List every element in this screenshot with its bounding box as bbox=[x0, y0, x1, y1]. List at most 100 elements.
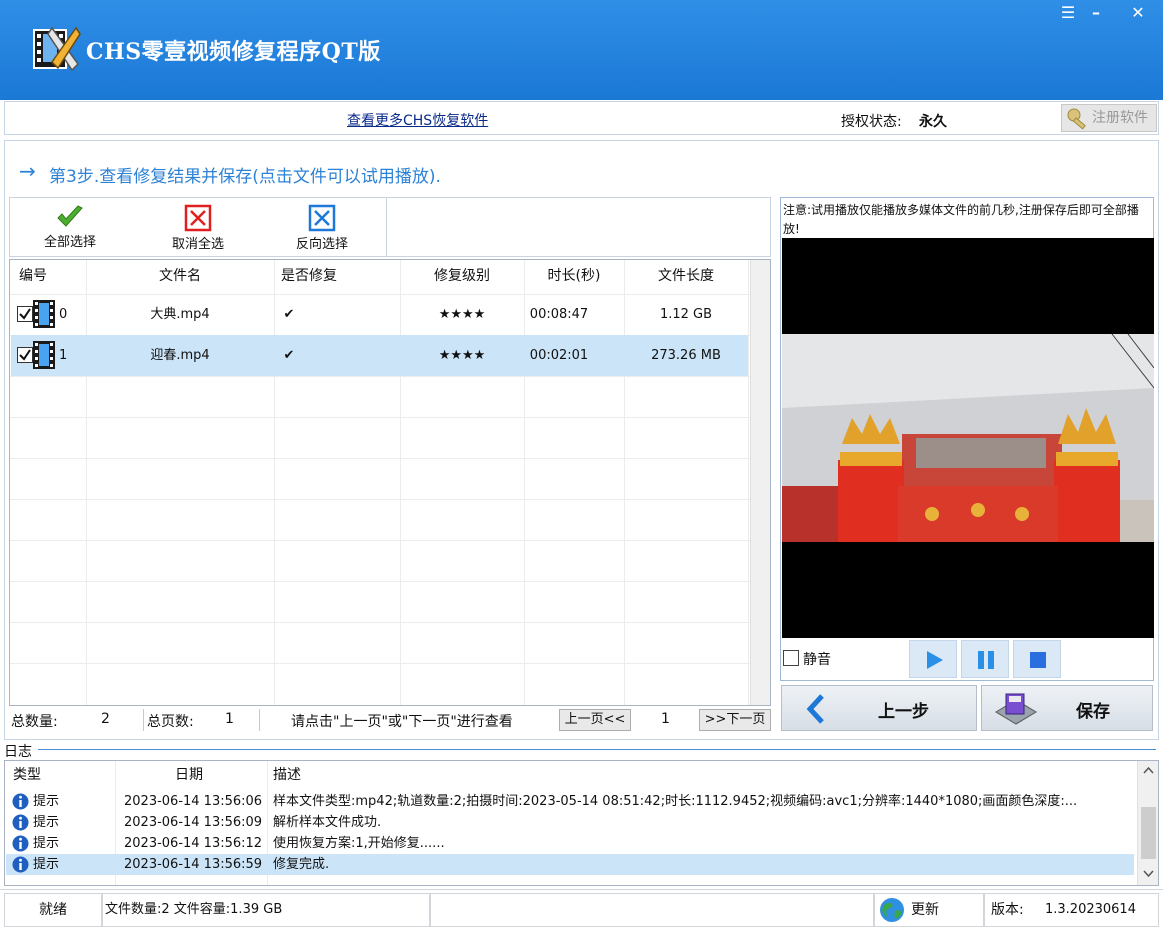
log-column-type[interactable]: 类型 bbox=[13, 761, 41, 789]
step-instruction: 第3步.查看修复结果并保存(点击文件可以试用播放). bbox=[49, 167, 441, 187]
auth-status-label: 授权状态: bbox=[841, 114, 902, 130]
status-bar: 就绪 文件数量:2 文件容量:1.39 GB 更新 版本: 1.3.202306… bbox=[0, 889, 1163, 929]
total-pages-label: 总页数: bbox=[147, 714, 194, 730]
select-all-label: 全部选择 bbox=[43, 235, 96, 250]
log-date: 2023-06-14 13:56:12 bbox=[124, 836, 263, 851]
log-column-desc[interactable]: 描述 bbox=[273, 761, 301, 789]
log-desc: 样本文件类型:mp42;轨道数量:2;拍摄时间:2023-05-14 08:51… bbox=[273, 794, 1078, 809]
row-checkbox[interactable] bbox=[17, 347, 33, 363]
grid-line bbox=[10, 663, 770, 664]
video-player[interactable] bbox=[782, 238, 1154, 638]
file-table: 编号 文件名 是否修复 修复级别 时长(秒) 文件长度 0 大典.mp4 ✔ ★… bbox=[9, 259, 771, 706]
row-size: 1.12 GB bbox=[659, 307, 713, 322]
checkmark-icon bbox=[19, 349, 31, 361]
total-count-value: 2 bbox=[101, 711, 110, 727]
log-header: 日志 bbox=[0, 741, 1163, 760]
preview-panel: 注意:试用播放仅能播放多媒体文件的前几秒,注册保存后即可全部播放! 静音 bbox=[780, 197, 1154, 681]
row-checkbox[interactable] bbox=[17, 306, 33, 322]
menu-icon[interactable]: ☰ bbox=[1056, 2, 1080, 24]
app-title: CHS零壹视频修复程序QT版 bbox=[86, 39, 381, 65]
deselect-all-button[interactable]: 取消全选 bbox=[138, 200, 258, 256]
log-divider bbox=[38, 749, 1156, 750]
log-row[interactable]: 提示 2023-06-14 13:56:06 样本文件类型:mp42;轨道数量:… bbox=[6, 791, 1134, 812]
column-header-level[interactable]: 修复级别 bbox=[400, 260, 524, 294]
grid-line bbox=[10, 376, 770, 377]
info-bar: 查看更多CHS恢复软件 授权状态: 永久 注册软件 bbox=[4, 101, 1159, 135]
trial-notice: 注意:试用播放仅能播放多媒体文件的前几秒,注册保存后即可全部播放! bbox=[783, 203, 1139, 236]
mute-checkbox[interactable] bbox=[783, 650, 799, 666]
row-repaired: ✔ bbox=[283, 348, 295, 363]
row-repaired: ✔ bbox=[283, 307, 295, 322]
column-header-filename[interactable]: 文件名 bbox=[86, 260, 274, 294]
version-value: 1.3.20230614 bbox=[1045, 902, 1136, 917]
video-repair-logo-icon bbox=[32, 24, 84, 74]
select-all-button[interactable]: 全部选择 bbox=[10, 200, 130, 256]
main-panel: → 第3步.查看修复结果并保存(点击文件可以试用播放). 全部选择 取消全选 反… bbox=[4, 140, 1159, 740]
info-icon bbox=[12, 856, 29, 873]
back-button[interactable]: 上一步 bbox=[781, 685, 977, 731]
info-icon bbox=[12, 835, 29, 852]
pager-divider bbox=[143, 709, 144, 731]
arrow-right-icon: → bbox=[19, 159, 36, 183]
table-row[interactable]: 1 迎春.mp4 ✔ ★★★★ 00:02:01 273.26 MB bbox=[11, 335, 748, 376]
close-button[interactable]: ✕ bbox=[1126, 2, 1150, 24]
pause-button[interactable] bbox=[961, 640, 1009, 678]
info-icon bbox=[12, 814, 29, 831]
green-check-icon bbox=[57, 205, 83, 227]
column-header-repaired[interactable]: 是否修复 bbox=[274, 260, 344, 294]
row-id: 0 bbox=[59, 307, 68, 322]
video-frame bbox=[782, 238, 1154, 638]
invert-select-button[interactable]: 反向选择 bbox=[262, 200, 382, 256]
table-row[interactable]: 0 大典.mp4 ✔ ★★★★ 00:08:47 1.12 GB bbox=[11, 294, 748, 335]
register-label: 注册软件 bbox=[1092, 110, 1148, 126]
back-label: 上一步 bbox=[878, 702, 929, 722]
save-label: 保存 bbox=[1076, 702, 1110, 722]
auth-status-value: 永久 bbox=[919, 114, 947, 130]
checkmark-icon bbox=[19, 308, 31, 320]
more-software-link[interactable]: 查看更多CHS恢复软件 bbox=[347, 110, 488, 130]
row-level: ★★★★ bbox=[438, 348, 486, 363]
save-button[interactable]: 保存 bbox=[981, 685, 1153, 731]
floppy-disk-icon bbox=[995, 693, 1037, 725]
row-duration: 00:02:01 bbox=[529, 348, 589, 363]
column-header-size[interactable]: 文件长度 bbox=[624, 260, 748, 294]
minimize-button[interactable]: – bbox=[1084, 2, 1108, 24]
next-page-button[interactable]: >>下一页 bbox=[699, 709, 771, 731]
total-pages-value: 1 bbox=[225, 711, 234, 727]
grid-line bbox=[748, 260, 749, 705]
log-column-date[interactable]: 日期 bbox=[175, 761, 203, 789]
prev-page-button[interactable]: 上一页<< bbox=[559, 709, 631, 731]
row-duration: 00:08:47 bbox=[529, 307, 589, 322]
scrollbar-arrows bbox=[1141, 766, 1156, 878]
log-row[interactable]: 提示 2023-06-14 13:56:09 解析样本文件成功. bbox=[6, 812, 1134, 833]
log-desc: 使用恢复方案:1,开始修复...... bbox=[273, 836, 445, 851]
register-button[interactable]: 注册软件 bbox=[1061, 104, 1157, 132]
log-row[interactable]: 提示 2023-06-14 13:56:12 使用恢复方案:1,开始修复....… bbox=[6, 833, 1134, 854]
info-icon bbox=[12, 793, 29, 810]
log-scrollbar[interactable] bbox=[1137, 761, 1158, 885]
film-strip-icon bbox=[33, 341, 55, 369]
column-header-duration[interactable]: 时长(秒) bbox=[524, 260, 624, 294]
column-header-id[interactable]: 编号 bbox=[10, 260, 56, 294]
row-filename: 大典.mp4 bbox=[150, 307, 210, 322]
version-info: 版本: 1.3.20230614 bbox=[984, 893, 1159, 927]
blue-x-box-icon bbox=[308, 204, 336, 232]
log-row[interactable]: 提示 2023-06-14 13:56:59 修复完成. bbox=[6, 854, 1134, 875]
chevron-left-icon bbox=[806, 694, 824, 724]
table-scrollbar[interactable] bbox=[750, 260, 770, 705]
grid-line bbox=[10, 622, 770, 623]
mute-label: 静音 bbox=[803, 652, 831, 668]
stop-button[interactable] bbox=[1013, 640, 1061, 678]
file-summary: 文件数量:2 文件容量:1.39 GB bbox=[102, 893, 430, 927]
log-type: 提示 bbox=[33, 815, 60, 830]
film-strip-icon bbox=[33, 300, 55, 328]
play-button[interactable] bbox=[909, 640, 957, 678]
globe-icon bbox=[880, 898, 904, 922]
update-button[interactable]: 更新 bbox=[874, 893, 984, 927]
update-label: 更新 bbox=[911, 902, 939, 918]
grid-line bbox=[10, 417, 770, 418]
log-type: 提示 bbox=[33, 857, 60, 872]
row-level: ★★★★ bbox=[438, 307, 486, 322]
pager-divider bbox=[259, 709, 260, 731]
key-icon bbox=[1067, 108, 1086, 130]
